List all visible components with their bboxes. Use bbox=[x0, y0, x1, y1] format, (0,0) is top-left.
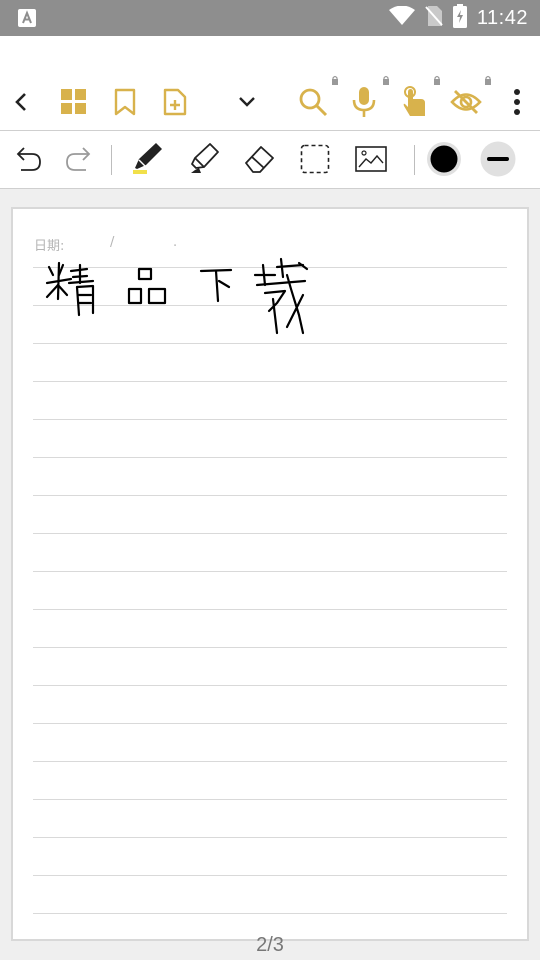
lock-icon bbox=[383, 75, 389, 85]
hide-toggle-button[interactable] bbox=[448, 75, 491, 120]
stroke-width-icon bbox=[480, 141, 516, 177]
ink-color-picker[interactable] bbox=[425, 140, 463, 178]
highlighter-tool[interactable] bbox=[184, 140, 222, 178]
ruled-line bbox=[33, 761, 507, 762]
ruled-line bbox=[33, 381, 507, 382]
more-options-button[interactable] bbox=[499, 84, 535, 120]
microphone-icon bbox=[352, 87, 376, 117]
date-separator: / bbox=[110, 235, 115, 250]
eraser-icon bbox=[245, 146, 274, 173]
toolbar-bottom-divider bbox=[0, 188, 540, 189]
ruled-line bbox=[33, 571, 507, 572]
undo-button[interactable] bbox=[10, 140, 48, 178]
page-menu-dropdown[interactable] bbox=[229, 84, 265, 120]
back-icon bbox=[15, 93, 26, 111]
add-page-icon bbox=[163, 88, 187, 116]
highlighter-icon bbox=[191, 143, 219, 173]
lasso-select-tool[interactable] bbox=[296, 140, 334, 178]
grid-view-icon bbox=[61, 89, 86, 114]
note-app-screen: { "status_bar": { "time": "11:42", "icon… bbox=[0, 0, 540, 960]
date-label: 日期: bbox=[34, 239, 65, 254]
lock-icon bbox=[332, 75, 338, 85]
bookmark-icon bbox=[114, 88, 136, 116]
battery-charging-icon bbox=[452, 4, 467, 32]
ruled-line bbox=[33, 685, 507, 686]
top-nav-bar bbox=[0, 36, 540, 130]
pen-tool[interactable] bbox=[128, 140, 166, 178]
toolbar-separator bbox=[414, 145, 415, 175]
back-button[interactable] bbox=[4, 84, 40, 120]
touch-mode-button[interactable] bbox=[397, 75, 440, 120]
search-button[interactable] bbox=[295, 75, 338, 120]
chevron-down-icon bbox=[239, 97, 255, 107]
lock-icon bbox=[434, 75, 440, 85]
page-indicator: 2/3 bbox=[256, 934, 284, 956]
voice-input-button[interactable] bbox=[346, 75, 389, 120]
date-dot: . bbox=[173, 235, 178, 250]
add-page-button[interactable] bbox=[157, 84, 193, 120]
grid-view-button[interactable] bbox=[56, 84, 92, 120]
more-vert-icon bbox=[514, 89, 520, 115]
toolbar-separator bbox=[111, 145, 112, 175]
app-notification-icon bbox=[18, 9, 36, 27]
pen-icon bbox=[133, 143, 162, 174]
ruled-line bbox=[33, 495, 507, 496]
ruled-line bbox=[33, 913, 507, 914]
ruled-line bbox=[33, 533, 507, 534]
search-icon bbox=[299, 88, 328, 117]
ruled-line bbox=[33, 609, 507, 610]
ruled-line bbox=[33, 723, 507, 724]
ruled-line bbox=[33, 799, 507, 800]
visibility-off-icon bbox=[450, 90, 482, 114]
drawing-toolbar bbox=[0, 131, 540, 188]
bookmark-button[interactable] bbox=[107, 84, 143, 120]
ruled-line bbox=[33, 647, 507, 648]
ruled-line bbox=[33, 837, 507, 838]
ruled-line bbox=[33, 875, 507, 876]
undo-icon bbox=[16, 147, 41, 171]
ruled-line bbox=[33, 457, 507, 458]
handwritten-ink bbox=[45, 257, 309, 335]
stroke-width-picker[interactable] bbox=[479, 140, 517, 178]
ruled-line bbox=[33, 419, 507, 420]
lock-icon bbox=[485, 75, 491, 85]
status-bar: 11:42 bbox=[0, 0, 540, 36]
touch-hand-icon bbox=[403, 86, 425, 116]
insert-image-icon bbox=[355, 146, 387, 172]
ink-color-swatch bbox=[427, 142, 461, 176]
wifi-icon bbox=[388, 5, 415, 30]
ruled-line bbox=[33, 343, 507, 344]
no-sim-icon bbox=[425, 5, 443, 31]
lasso-select-icon bbox=[300, 144, 330, 174]
eraser-tool[interactable] bbox=[240, 140, 278, 178]
status-clock: 11:42 bbox=[476, 6, 528, 29]
note-page[interactable]: 日期: / . bbox=[11, 207, 529, 941]
insert-image-tool[interactable] bbox=[352, 140, 390, 178]
redo-button[interactable] bbox=[59, 140, 97, 178]
redo-icon bbox=[66, 147, 91, 171]
